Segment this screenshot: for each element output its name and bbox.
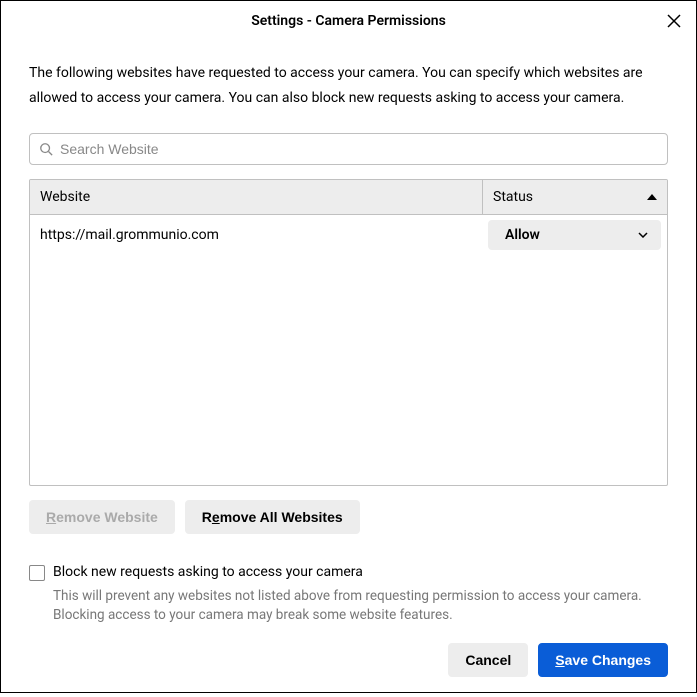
save-accel: S bbox=[555, 652, 564, 668]
chevron-down-icon bbox=[638, 232, 648, 238]
block-requests-checkbox[interactable] bbox=[29, 565, 45, 581]
remove-website-rest: emove Website bbox=[56, 509, 158, 525]
websites-table: Website Status https://mail.grommunio.co… bbox=[29, 179, 668, 486]
status-select[interactable]: Allow bbox=[488, 220, 661, 250]
search-wrapper bbox=[29, 133, 668, 165]
save-rest: ave Changes bbox=[565, 652, 651, 668]
remove-website-button: Remove Website bbox=[29, 500, 175, 534]
close-button[interactable] bbox=[664, 11, 684, 31]
save-changes-button[interactable]: Save Changes bbox=[538, 643, 668, 677]
row-website-url: https://mail.grommunio.com bbox=[30, 227, 482, 243]
column-header-status-label: Status bbox=[493, 189, 533, 205]
search-input[interactable] bbox=[29, 133, 668, 165]
column-header-website[interactable]: Website bbox=[30, 180, 482, 214]
row-status-cell: Allow bbox=[482, 220, 667, 250]
table-header: Website Status bbox=[30, 180, 667, 215]
dialog-content: The following websites have requested to… bbox=[1, 41, 696, 697]
close-icon bbox=[667, 14, 681, 28]
block-requests-hint: This will prevent any websites not liste… bbox=[53, 587, 668, 625]
dialog-header: Settings - Camera Permissions bbox=[1, 1, 696, 41]
search-icon bbox=[39, 142, 53, 156]
footer-buttons: Cancel Save Changes bbox=[29, 643, 668, 677]
remove-all-accel: e bbox=[212, 509, 220, 525]
remove-all-rest: move All Websites bbox=[220, 509, 343, 525]
cancel-button[interactable]: Cancel bbox=[448, 643, 528, 677]
description-text: The following websites have requested to… bbox=[29, 61, 668, 111]
dialog-title: Settings - Camera Permissions bbox=[251, 13, 446, 29]
status-select-value: Allow bbox=[505, 227, 540, 243]
cancel-label: Cancel bbox=[465, 652, 511, 668]
action-buttons: Remove Website Remove All Websites bbox=[29, 500, 668, 534]
block-requests-row: Block new requests asking to access your… bbox=[29, 564, 668, 581]
column-header-status[interactable]: Status bbox=[482, 180, 667, 214]
sort-ascending-icon bbox=[647, 194, 657, 200]
column-header-website-label: Website bbox=[40, 189, 90, 205]
block-requests-label[interactable]: Block new requests asking to access your… bbox=[53, 564, 363, 580]
table-row[interactable]: https://mail.grommunio.com Allow bbox=[30, 215, 667, 255]
remove-all-websites-button[interactable]: Remove All Websites bbox=[185, 500, 360, 534]
remove-all-prefix: R bbox=[202, 509, 212, 525]
remove-website-accel: R bbox=[46, 509, 56, 525]
table-body: https://mail.grommunio.com Allow bbox=[30, 215, 667, 255]
